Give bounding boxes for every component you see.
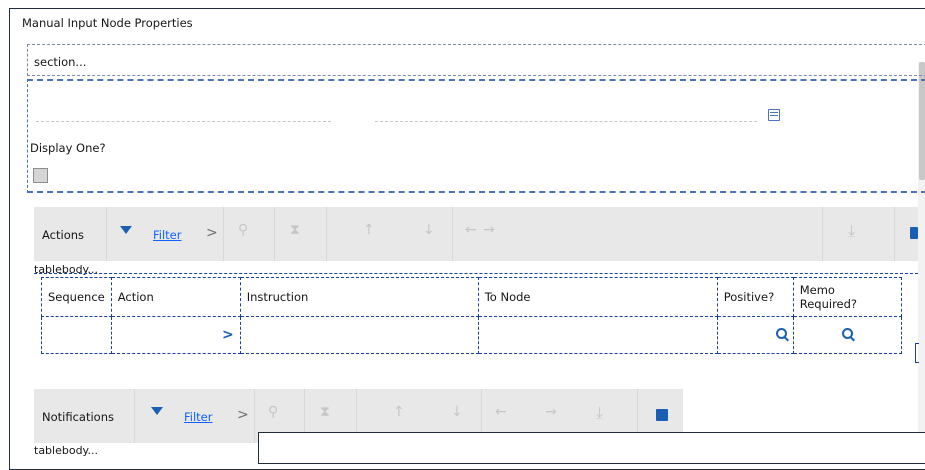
sequence-cell[interactable] xyxy=(41,316,112,354)
download-icon[interactable]: ⤓ xyxy=(596,403,603,423)
arrow-left-icon[interactable]: ← xyxy=(495,404,507,420)
notifications-filter-link[interactable]: Filter xyxy=(184,410,212,424)
section-label: section... xyxy=(34,55,87,69)
column-header-sequence[interactable]: Sequence xyxy=(41,277,112,317)
arrow-up-icon[interactable]: ↑ xyxy=(393,404,405,420)
column-header-to-node[interactable]: To Node xyxy=(477,277,718,317)
filter-icon[interactable] xyxy=(151,407,163,415)
notifications-tablebody-label: tablebody... xyxy=(34,444,98,457)
expand-chevron-icon[interactable]: > xyxy=(206,225,218,241)
actions-table: Sequence Action Instruction To Node Posi… xyxy=(41,277,902,354)
arrow-down-icon[interactable]: ↓ xyxy=(423,222,435,238)
column-header-memo-required[interactable]: Memo Required? xyxy=(792,277,902,317)
table-header-row: Sequence Action Instruction To Node Posi… xyxy=(41,277,902,317)
memo-lookup-icon[interactable] xyxy=(841,328,853,339)
actions-tablebody-label: tablebody... xyxy=(34,263,98,276)
toolbar-divider xyxy=(894,207,895,261)
dialog-title: Manual Input Node Properties xyxy=(22,16,193,30)
toolbar-divider xyxy=(134,389,135,443)
arrow-down-icon[interactable]: ↓ xyxy=(451,404,463,420)
toolbar-divider xyxy=(223,207,224,261)
form-section xyxy=(27,79,925,193)
arrow-right-icon[interactable]: → xyxy=(483,222,495,238)
download-icon[interactable]: ⤓ xyxy=(848,221,855,241)
row-expand-chevron-icon[interactable]: > xyxy=(222,327,234,343)
clear-filter-icon[interactable]: ⧗ xyxy=(320,404,330,420)
toolbar-divider xyxy=(452,207,453,261)
column-header-instruction[interactable]: Instruction xyxy=(239,277,479,317)
search-icon[interactable]: ⚲ xyxy=(268,404,278,420)
date-field[interactable] xyxy=(375,121,757,122)
table-row[interactable]: > xyxy=(41,316,902,354)
text-field[interactable] xyxy=(36,121,331,122)
toolbar-divider xyxy=(106,207,107,261)
expand-chevron-icon[interactable]: > xyxy=(237,407,249,423)
toolbar-divider xyxy=(274,207,275,261)
clear-filter-icon[interactable]: ⧗ xyxy=(290,222,300,238)
memo-required-cell[interactable] xyxy=(792,316,902,354)
instruction-cell[interactable] xyxy=(239,316,479,354)
to-node-cell[interactable] xyxy=(477,316,718,354)
positive-cell[interactable] xyxy=(716,316,794,354)
toolbar-divider xyxy=(822,207,823,261)
action-cell[interactable]: > xyxy=(110,316,241,354)
display-one-checkbox[interactable] xyxy=(33,168,48,183)
toolbar-divider xyxy=(326,207,327,261)
expand-icon[interactable] xyxy=(910,227,918,239)
search-icon[interactable]: ⚲ xyxy=(238,222,248,238)
table-edge-marker xyxy=(915,343,919,363)
column-header-positive[interactable]: Positive? xyxy=(716,277,794,317)
positive-lookup-icon[interactable] xyxy=(775,328,787,339)
toolbar-divider xyxy=(254,389,255,443)
calendar-icon[interactable] xyxy=(768,109,780,121)
arrow-left-icon[interactable]: ← xyxy=(465,222,477,238)
arrow-right-icon[interactable]: → xyxy=(545,404,557,420)
tablebody-divider xyxy=(34,273,918,274)
expand-icon[interactable] xyxy=(656,409,668,421)
arrow-up-icon[interactable]: ↑ xyxy=(363,222,375,238)
display-one-label: Display One? xyxy=(30,141,106,155)
column-header-action[interactable]: Action xyxy=(110,277,241,317)
actions-filter-link[interactable]: Filter xyxy=(153,228,181,242)
section-container xyxy=(27,44,925,76)
filter-icon[interactable] xyxy=(120,226,132,234)
overlapping-dialog-panel xyxy=(258,432,925,464)
notifications-label: Notifications xyxy=(42,410,114,424)
actions-label: Actions xyxy=(42,228,85,242)
